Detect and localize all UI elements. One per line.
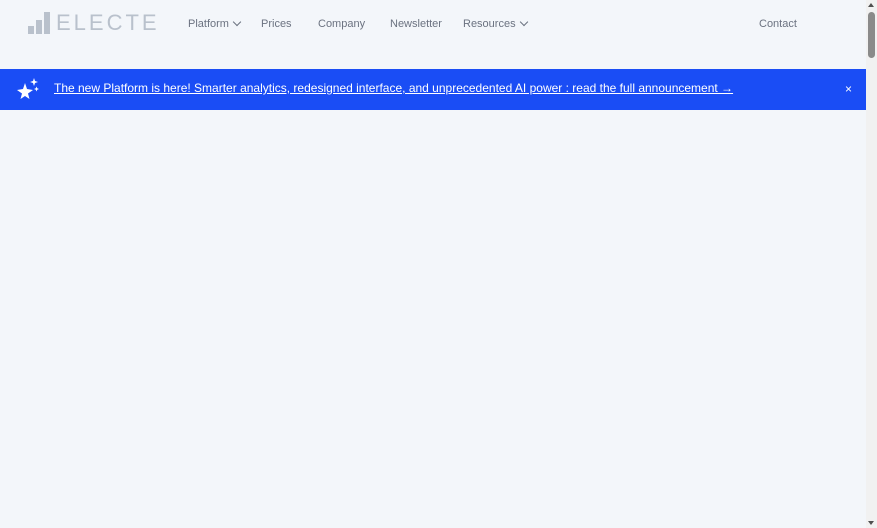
nav-item-platform[interactable]: Platform (188, 17, 242, 30)
site-header: ELECTE Platform Prices Company Newslette… (0, 0, 866, 69)
nav-item-label: Newsletter (390, 18, 442, 30)
scroll-up-arrow-icon[interactable] (868, 3, 874, 7)
logo-link[interactable]: ELECTE (28, 8, 160, 34)
nav-item-label: Contact (759, 18, 797, 30)
logo-text: ELECTE (56, 10, 160, 35)
nav-item-contact[interactable]: Contact (759, 18, 797, 30)
nav-item-newsletter[interactable]: Newsletter (390, 18, 442, 30)
scroll-thumb[interactable] (868, 12, 875, 58)
close-icon[interactable]: × (845, 81, 852, 97)
nav-item-label: Prices (261, 18, 292, 30)
announcement-banner: The new Platform is here! Smarter analyt… (0, 69, 866, 110)
nav-item-company[interactable]: Company (318, 18, 365, 30)
nav-item-label: Company (318, 18, 366, 30)
vertical-scrollbar[interactable] (866, 0, 877, 528)
nav-item-label: Platform (188, 18, 229, 30)
page-content: ELECTE Platform Prices Company Newslette… (0, 0, 866, 528)
nav-item-prices[interactable]: Prices (261, 18, 292, 30)
nav-item-label: Resources (463, 18, 516, 30)
announcement-link[interactable]: The new Platform is here! Smarter analyt… (54, 81, 733, 95)
scroll-down-arrow-icon[interactable] (868, 521, 874, 525)
nav-item-resources[interactable]: Resources (463, 17, 528, 30)
sparkles-star-icon (17, 78, 39, 99)
bar-chart-logo-icon (28, 10, 50, 34)
page: ELECTE Platform Prices Company Newslette… (0, 0, 877, 528)
chevron-down-icon (519, 17, 528, 27)
chevron-down-icon (232, 17, 242, 27)
